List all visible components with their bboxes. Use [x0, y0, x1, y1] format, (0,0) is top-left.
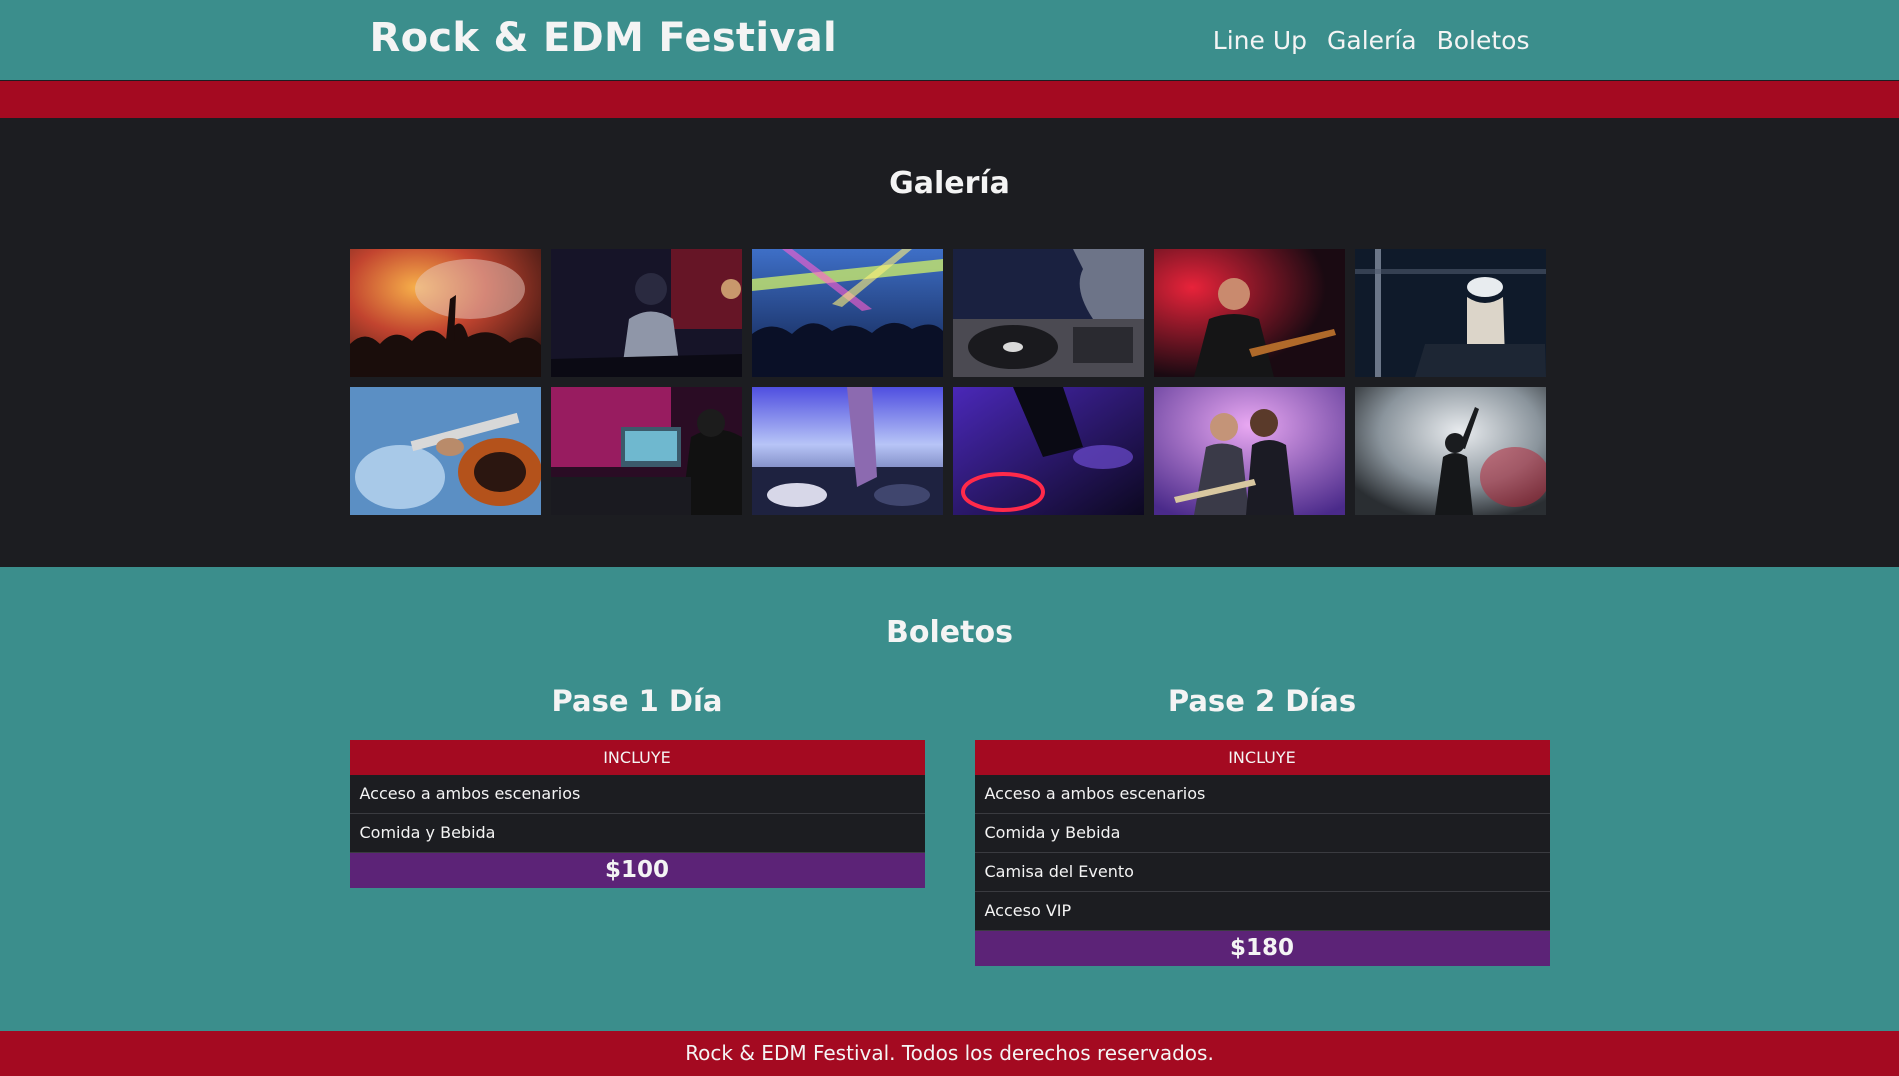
crowd-hands-concert-photo[interactable] — [349, 249, 541, 377]
footer-text: Rock & EDM Festival. Todos los derechos … — [685, 1041, 1214, 1065]
plan-includes-header: INCLUYE — [974, 740, 1550, 775]
tickets-title: Boletos — [886, 615, 1013, 650]
nav-link-galeria[interactable]: Galería — [1327, 26, 1417, 55]
plan-item: Acceso a ambos escenarios — [349, 775, 925, 814]
plan-item: Acceso VIP — [974, 892, 1550, 931]
gallery-section: Galería — [0, 118, 1899, 567]
dj-turntable-photo[interactable] — [952, 249, 1144, 377]
gallery-grid — [349, 249, 1550, 515]
dj-mixer-blue-photo[interactable] — [751, 387, 943, 515]
rave-crowd-lights-photo[interactable] — [751, 249, 943, 377]
header-inner: Rock & EDM Festival Line Up Galería Bole… — [370, 15, 1530, 61]
plan-includes-header: INCLUYE — [349, 740, 925, 775]
nav-link-boletos[interactable]: Boletos — [1437, 26, 1530, 55]
singer-smoke-photo[interactable] — [1354, 387, 1546, 515]
plan-item: Comida y Bebida — [974, 814, 1550, 853]
site-footer: Rock & EDM Festival. Todos los derechos … — [0, 1031, 1899, 1076]
plan-1-day: Pase 1 Día INCLUYE Acceso a ambos escena… — [349, 684, 925, 966]
nav-link-lineup[interactable]: Line Up — [1213, 26, 1307, 55]
plan-price: $180 — [974, 931, 1550, 966]
dj-laptop-photo[interactable] — [550, 387, 742, 515]
plan-2-days: Pase 2 Días INCLUYE Acceso a ambos escen… — [974, 684, 1550, 966]
singer-performing-photo[interactable] — [550, 249, 742, 377]
plan-item: Comida y Bebida — [349, 814, 925, 853]
dj-hand-purple-photo[interactable] — [952, 387, 1144, 515]
plan-title: Pase 1 Día — [551, 684, 723, 718]
site-logo[interactable]: Rock & EDM Festival — [370, 15, 838, 61]
dj-woman-cap-photo[interactable] — [1354, 249, 1546, 377]
guitarist-red-light-photo[interactable] — [1153, 249, 1345, 377]
site-header: Rock & EDM Festival Line Up Galería Bole… — [0, 0, 1899, 81]
plan-title: Pase 2 Días — [1167, 684, 1357, 718]
main-nav: Line Up Galería Boletos — [1213, 26, 1530, 55]
plans-container: Pase 1 Día INCLUYE Acceso a ambos escena… — [349, 684, 1550, 966]
guitars-closeup-photo[interactable] — [349, 387, 541, 515]
tickets-section: Boletos Pase 1 Día INCLUYE Acceso a ambo… — [0, 567, 1899, 1031]
accent-bar — [0, 81, 1899, 118]
gallery-title: Galería — [889, 166, 1010, 201]
plan-item: Acceso a ambos escenarios — [974, 775, 1550, 814]
plan-price: $100 — [349, 853, 925, 888]
plan-item: Camisa del Evento — [974, 853, 1550, 892]
duo-guitarists-photo[interactable] — [1153, 387, 1345, 515]
